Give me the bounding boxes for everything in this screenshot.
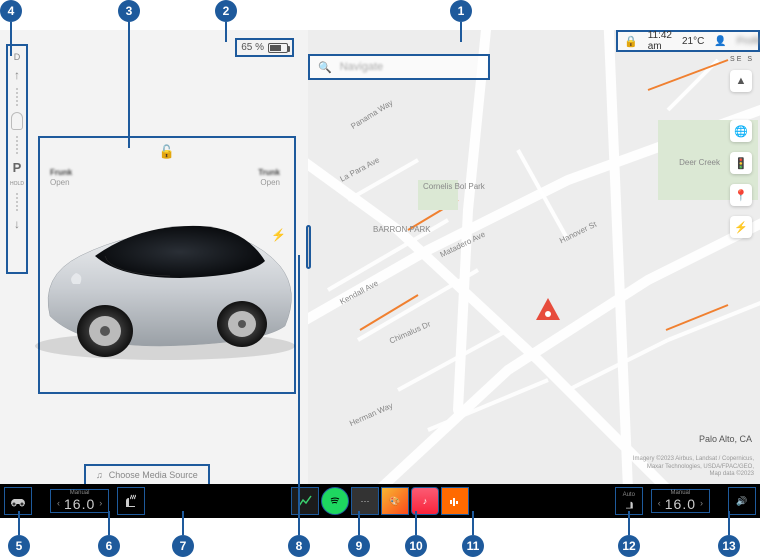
- left-panel: 65 % D ↑ P HOLD ↓ 🔓 FrunkOpen: [0, 30, 308, 484]
- app-more-icon[interactable]: ⋯: [351, 487, 379, 515]
- bottom-bar: Manual ‹16.0› ⋯ 🎨 ♪ Auto Manual ‹16.0› 🔊: [0, 484, 760, 518]
- gear-d: D: [14, 52, 21, 62]
- unlock-icon[interactable]: 🔓: [159, 144, 175, 160]
- callout-5: 5: [8, 535, 30, 557]
- callout-6: 6: [98, 535, 120, 557]
- map-label: Deer Creek: [679, 158, 720, 167]
- map-controls: 🌐 🚦 📍 ⚡: [730, 120, 752, 238]
- search-icon: 🔍: [318, 61, 332, 74]
- media-source-button[interactable]: ♫ Choose Media Source: [84, 464, 210, 484]
- callout-13: 13: [718, 535, 740, 557]
- battery-icon: [268, 43, 288, 53]
- pin-icon[interactable]: 📍: [730, 184, 752, 206]
- traffic-icon[interactable]: 🚦: [730, 152, 752, 174]
- gear-dots: [16, 88, 18, 106]
- battery-status: 65 %: [235, 38, 294, 57]
- chevron-left-icon[interactable]: ‹: [57, 499, 60, 509]
- chevron-right-icon[interactable]: ›: [700, 499, 703, 509]
- car-render: [10, 176, 310, 376]
- app-tray: ⋯ 🎨 ♪: [291, 487, 469, 515]
- charger-icon[interactable]: ⚡: [730, 216, 752, 238]
- gear-p: P: [13, 160, 22, 175]
- driver-seat-heat-button[interactable]: [117, 487, 145, 515]
- volume-button[interactable]: 🔊: [728, 487, 756, 515]
- gear-car-icon: [11, 112, 23, 130]
- panel-drag-handle[interactable]: [306, 225, 311, 269]
- callout-10: 10: [405, 535, 427, 557]
- callout-2: 2: [215, 0, 237, 22]
- music-note-icon: ♫: [96, 470, 103, 480]
- search-placeholder: Navigate: [340, 61, 383, 73]
- driver-temp[interactable]: Manual ‹16.0›: [50, 489, 109, 513]
- callout-3: 3: [118, 0, 140, 22]
- callout-12: 12: [618, 535, 640, 557]
- compass[interactable]: SE S: [730, 56, 752, 63]
- north-up-icon[interactable]: ▲: [730, 70, 752, 92]
- lock-icon[interactable]: 🔒: [624, 35, 638, 48]
- callout-1: 1: [450, 0, 472, 22]
- app-tunein-icon[interactable]: [441, 487, 469, 515]
- car-status-card[interactable]: 🔓 FrunkOpen TrunkOpen ⚡: [38, 136, 296, 394]
- battery-percent: 65 %: [241, 42, 264, 53]
- callout-11: 11: [462, 535, 484, 557]
- navigate-search[interactable]: 🔍 Navigate: [308, 54, 490, 80]
- status-bar: 🔒 11:42 am 21°C 👤 Profile 📶 ⦿ ✕ PASSENGE…: [616, 30, 760, 52]
- profile-icon[interactable]: 👤: [714, 36, 726, 47]
- map-label: BARRON PARK: [373, 225, 431, 234]
- globe-icon[interactable]: 🌐: [730, 120, 752, 142]
- callout-8: 8: [288, 535, 310, 557]
- passenger-temp[interactable]: Manual ‹16.0›: [651, 489, 710, 513]
- callout-4: 4: [0, 0, 22, 22]
- map-panel[interactable]: 🔒 11:42 am 21°C 👤 Profile 📶 ⦿ ✕ PASSENGE…: [308, 30, 760, 484]
- map-attribution: Imagery ©2023 Airbus, Landsat / Copernic…: [633, 456, 754, 478]
- profile-name[interactable]: Profile: [737, 36, 760, 47]
- chevron-right-icon[interactable]: ›: [99, 499, 102, 509]
- app-energy-icon[interactable]: [291, 487, 319, 515]
- map-location: Palo Alto, CA: [699, 434, 752, 444]
- callout-7: 7: [172, 535, 194, 557]
- outside-temp: 21°C: [682, 36, 704, 47]
- app-spotify-icon[interactable]: [321, 487, 349, 515]
- arrow-up-icon: ↑: [14, 68, 20, 82]
- map-label: Cornelis Bol Park: [423, 182, 485, 191]
- clock: 11:42 am: [648, 30, 672, 52]
- callout-9: 9: [348, 535, 370, 557]
- chevron-left-icon[interactable]: ‹: [658, 499, 661, 509]
- app-toybox-icon[interactable]: 🎨: [381, 487, 409, 515]
